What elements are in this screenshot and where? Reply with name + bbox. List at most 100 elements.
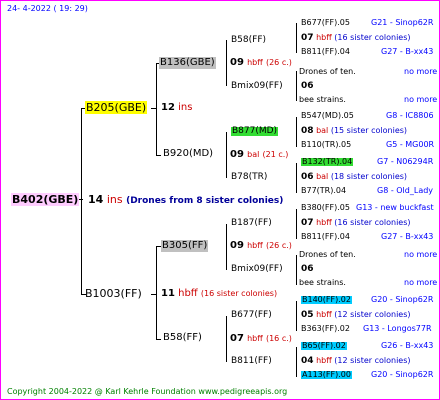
ggp-0-bot-src: G27 - B-xx43	[381, 47, 434, 56]
ggp-7-gen: 04	[301, 356, 314, 366]
ggp-0-gen: 07	[301, 33, 314, 43]
ggp-7-kind: hbff	[316, 356, 332, 365]
gp3-gen-info: 09 hbff (26 c.)	[230, 241, 292, 251]
ggp-5-gen-info: 06	[301, 265, 314, 274]
ggp-7-top-name[interactable]: B65(FF).02	[301, 342, 347, 350]
ggp-1-bot-name: bee strains.	[299, 95, 346, 104]
ggp-6-note: (12 sister colonies)	[334, 310, 411, 319]
ggp-3-bot-src: G8 - Old_Lady	[377, 186, 434, 195]
ggp-3-gen: 06	[301, 172, 314, 182]
ggp-2-kind: bal	[316, 126, 329, 135]
ggp-1-gen: 06	[301, 81, 314, 91]
root-gen: 14	[88, 193, 104, 206]
connector-ggp4	[296, 163, 297, 193]
ggp-7-bot-name[interactable]: A113(FF).00	[301, 371, 352, 379]
ggp-7-bot-src: G20 - Sinop62R	[371, 370, 434, 379]
gp2-queen[interactable]: B920(MD)	[163, 149, 213, 159]
ggp-6-queen[interactable]: B677(FF)	[231, 311, 272, 320]
date-stamp: 24- 4-2022 ( 19: 29)	[7, 4, 88, 13]
ggp-0-note: (16 sister colonies)	[334, 33, 411, 42]
connector-ggp2	[296, 71, 297, 101]
ggp-2-queen[interactable]: B877(MD)	[231, 127, 279, 136]
connector-ggp3	[296, 117, 297, 147]
ggp-6-bot-src: G13 - Longos77R	[363, 324, 432, 333]
ggp-6-top-name[interactable]: B140(FF).02	[301, 296, 352, 304]
parent-2-queen[interactable]: B1003(FF)	[85, 288, 142, 299]
ggp-4-queen[interactable]: B187(FF)	[231, 219, 272, 228]
gp3-queen[interactable]: B305(FF)	[161, 240, 209, 252]
gp3-hbff: hbff	[247, 241, 263, 250]
ggp-1-top-src: no more	[404, 67, 438, 76]
gp4-hbff: hbff	[247, 334, 263, 343]
ggp-4-kind: hbff	[316, 218, 332, 227]
ggp-4-top-src: G13 - new buckfast	[356, 203, 434, 212]
ggp-1-queen[interactable]: Bmix09(FF)	[231, 82, 283, 91]
ggp-4-gen: 07	[301, 218, 314, 228]
ggp-7-note: (12 sister colonies)	[334, 356, 411, 365]
connector-ggp1	[296, 23, 297, 53]
ggp-6-bot-name[interactable]: B363(FF).02	[301, 325, 350, 333]
ggp-6-kind: hbff	[316, 310, 332, 319]
footer-copyright: Copyright 2004-2022 @ Karl Kehrle Founda…	[7, 387, 288, 396]
ggp-0-bot-name[interactable]: B811(FF).04	[301, 48, 350, 56]
root-ins: ins	[106, 193, 123, 206]
ggp-6-gen: 05	[301, 310, 314, 320]
parent-2-gen-info: 11 hbff (16 sister colonies)	[161, 289, 277, 299]
ggp-3-bot-name[interactable]: B77(TR).04	[301, 187, 346, 195]
ggp-2-gen-info: 08 bal (15 sister colonies)	[301, 127, 407, 136]
ggp-5-top-name: Drones of ten.	[299, 250, 356, 259]
ggp-0-top-name[interactable]: B677(FF).05	[301, 19, 350, 27]
gp1-hbff: hbff	[247, 58, 263, 67]
ggp-2-bot-src: G5 - MG00R	[386, 140, 435, 149]
gp1-gen-info: 09 hbff (26 c.)	[230, 58, 292, 68]
ggp-3-top-src: G7 - N06294R	[377, 157, 434, 166]
ggp-4-bot-src: G27 - B-xx43	[381, 232, 434, 241]
ggp-6-gen-info: 05 hbff (12 sister colonies)	[301, 311, 411, 320]
connector-p1-h	[151, 108, 157, 109]
parent-2-note: (16 sister colonies)	[200, 289, 278, 298]
gp4-gen: 07	[230, 333, 244, 344]
connector-p2-h	[151, 294, 157, 295]
ggp-1-gen-info: 06	[301, 82, 314, 91]
parent-1-ins: ins	[178, 102, 193, 113]
ggp-4-note: (16 sister colonies)	[334, 218, 411, 227]
connector-gp1-children	[226, 40, 227, 86]
gp1-queen[interactable]: B136(GBE)	[159, 57, 216, 69]
ggp-6-top-src: G20 - Sinop62R	[371, 295, 434, 304]
ggp-2-top-src: G8 - IC8806	[386, 111, 434, 120]
ggp-5-gen: 06	[301, 264, 314, 274]
root-queen[interactable]: B402(GBE)	[11, 193, 80, 206]
ggp-3-note: (18 sister colonies)	[330, 172, 408, 181]
ggp-2-gen: 08	[301, 126, 314, 136]
ggp-2-top-name[interactable]: B547(MD).05	[301, 112, 354, 120]
parent-1-queen[interactable]: B205(GBE)	[85, 101, 148, 114]
gp4-note: (16 c.)	[265, 334, 292, 343]
ggp-3-gen-info: 06 bal (18 sister colonies)	[301, 173, 407, 182]
connector-gp2-children	[226, 132, 227, 178]
ggp-0-queen[interactable]: B58(FF)	[231, 36, 266, 45]
gp4-queen[interactable]: B58(FF)	[163, 333, 202, 343]
ggp-0-kind: hbff	[316, 33, 332, 42]
ggp-5-queen[interactable]: Bmix09(FF)	[231, 265, 283, 274]
ggp-7-top-src: G26 - B-xx43	[381, 341, 434, 350]
ggp-2-bot-name[interactable]: B110(TR).05	[301, 141, 351, 149]
connector-gp4-children	[226, 316, 227, 362]
connector-root-h	[79, 199, 83, 200]
connector-ggp5	[296, 209, 297, 239]
parent-1-gen-info: 12 ins	[161, 103, 192, 113]
ggp-4-top-name[interactable]: B380(FF).05	[301, 204, 350, 212]
ggp-3-top-name[interactable]: B132(TR).04	[301, 158, 354, 166]
ggp-4-bot-name[interactable]: B811(FF).04	[301, 233, 350, 241]
gp1-note: (26 c.)	[265, 58, 292, 67]
ggp-3-queen[interactable]: B78(TR)	[231, 173, 267, 182]
connector-gp3-children	[226, 224, 227, 270]
ggp-7-queen[interactable]: B811(FF)	[231, 357, 272, 366]
gp2-gen-info: 09 bal (21 c.)	[230, 150, 288, 160]
root-drones-note: (Drones from 8 sister colonies)	[126, 196, 284, 206]
connector-root	[81, 108, 82, 294]
ggp-0-top-src: G21 - Sinop62R	[371, 18, 434, 27]
ggp-3-kind: bal	[316, 172, 329, 181]
connector-ggp7	[296, 301, 297, 331]
gp1-gen: 09	[230, 57, 244, 68]
ggp-0-gen-info: 07 hbff (16 sister colonies)	[301, 34, 411, 43]
